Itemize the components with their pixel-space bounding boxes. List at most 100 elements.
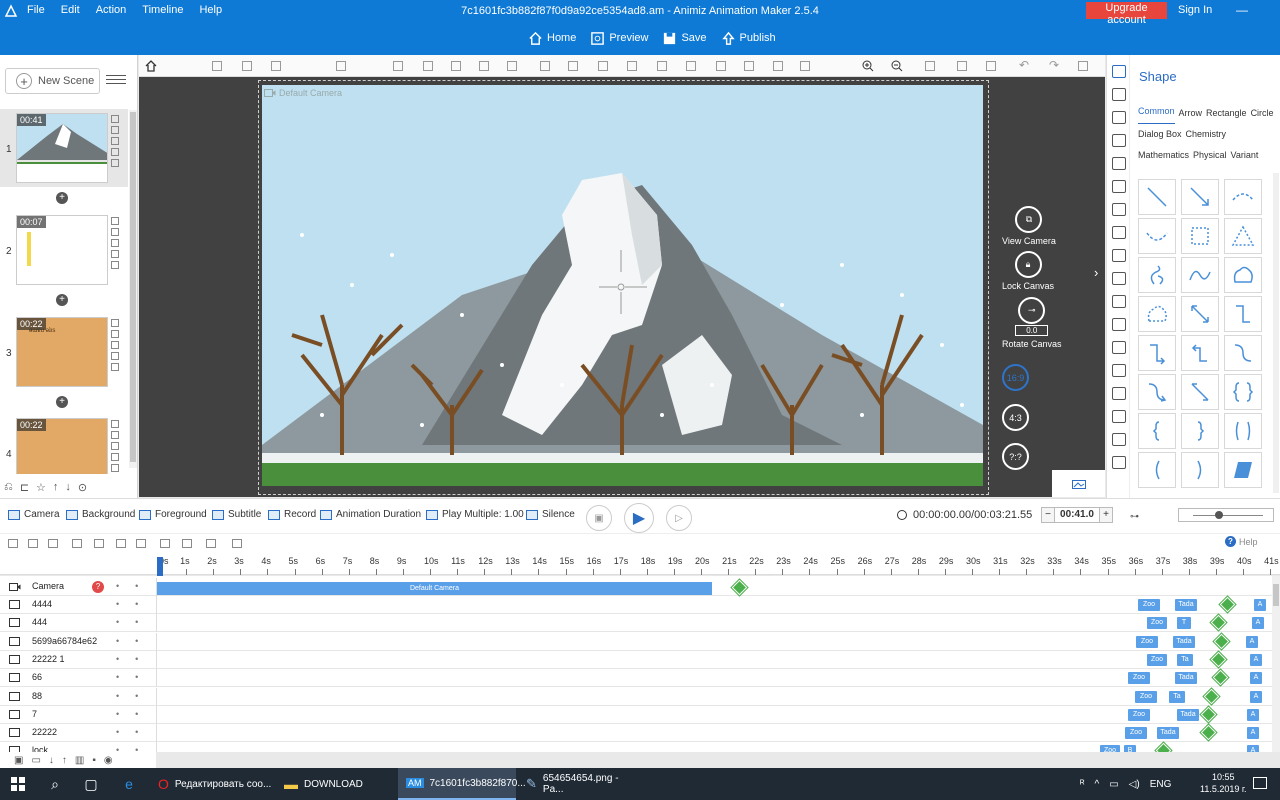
- add-keyframe-icon[interactable]: [1203, 688, 1220, 704]
- animation-duration-button[interactable]: Animation Duration: [320, 509, 421, 520]
- playhead[interactable]: [157, 557, 163, 577]
- bubble-category-icon[interactable]: [1112, 203, 1126, 216]
- shape-s-curve-arrow[interactable]: [1138, 374, 1176, 410]
- align-icon[interactable]: [48, 539, 58, 548]
- rotate-canvas-control[interactable]: ⊸ 0.0 Rotate Canvas: [1002, 297, 1062, 349]
- exit-effect[interactable]: A: [1252, 617, 1264, 630]
- preview-button[interactable]: Preview: [590, 28, 648, 48]
- tl-tool-icon[interactable]: [206, 539, 216, 548]
- copy-style-icon[interactable]: [957, 61, 967, 71]
- align-middle-icon[interactable]: [657, 61, 667, 71]
- shape-arrow-line[interactable]: [1181, 179, 1219, 215]
- scene-item[interactable]: 1 00:41 +: [0, 109, 128, 204]
- duration-minus-button[interactable]: −: [1041, 507, 1055, 523]
- entrance-effect[interactable]: Zoo: [1138, 599, 1160, 611]
- grid-category-icon[interactable]: [1112, 456, 1126, 469]
- shape-elbow-double-arrow[interactable]: [1181, 335, 1219, 371]
- zoom-out-icon[interactable]: [891, 60, 903, 72]
- scene-sort-icon[interactable]: [106, 72, 126, 90]
- lock-icon[interactable]: [423, 61, 433, 71]
- shape-brackets[interactable]: [1224, 413, 1262, 449]
- scene-actions[interactable]: [111, 217, 121, 272]
- taskbar-item-paint[interactable]: ✎ 654654654.png - Pa...: [518, 768, 638, 800]
- tl-tool-icon[interactable]: [72, 539, 82, 548]
- add-keyframe-icon[interactable]: [731, 579, 748, 596]
- duplicate-icon[interactable]: [271, 61, 281, 71]
- shape-s-curve[interactable]: [1224, 335, 1262, 371]
- entrance-effect[interactable]: Zoo: [1125, 727, 1147, 740]
- shape-double-arrow[interactable]: [1181, 296, 1219, 332]
- timeline-track[interactable]: 22222 •• Zoo Tada A: [0, 724, 1272, 743]
- rotate-value[interactable]: 0.0: [1015, 325, 1049, 336]
- add-keyframe-icon[interactable]: [1212, 669, 1229, 686]
- tab-chemistry[interactable]: Chemistry: [1186, 124, 1227, 145]
- move-down-icon[interactable]: ↓: [49, 755, 54, 766]
- emphasis-effect[interactable]: B: [1124, 745, 1136, 752]
- ratio-custom-button[interactable]: ?:?: [1002, 443, 1029, 470]
- scene-thumbnail[interactable]: 00:22: [16, 418, 108, 474]
- foreground-button[interactable]: Foreground: [139, 509, 207, 520]
- taskbar-item-folder[interactable]: ▬ DOWNLOAD: [276, 768, 396, 800]
- scene-actions[interactable]: [111, 420, 121, 474]
- menu-timeline[interactable]: Timeline: [142, 4, 183, 16]
- menu-file[interactable]: File: [27, 4, 45, 16]
- entrance-effect[interactable]: Zoo: [1128, 672, 1150, 685]
- timeline-track[interactable]: 66 •• Zoo Tada A: [0, 669, 1272, 688]
- align-left-icon[interactable]: [540, 61, 550, 71]
- add-keyframe-icon[interactable]: [1210, 651, 1227, 668]
- tab-dialog-box[interactable]: Dialog Box: [1138, 124, 1182, 145]
- track-toggles[interactable]: ••: [116, 727, 154, 737]
- add-scene-icon[interactable]: +: [56, 294, 68, 306]
- tools-category-icon[interactable]: [1112, 180, 1126, 193]
- entrance-effect[interactable]: Zoo: [1147, 653, 1167, 666]
- shape-dashed-arc[interactable]: [1224, 179, 1262, 215]
- shape-dashed-curve[interactable]: [1138, 218, 1176, 254]
- shape-right-brace[interactable]: [1181, 413, 1219, 449]
- tl-tool-icon[interactable]: [160, 539, 170, 548]
- filter-icon[interactable]: [28, 539, 38, 548]
- timeline-track[interactable]: lock •• Zoo B A: [0, 742, 1272, 752]
- timeline-zoom-icon[interactable]: ⊶: [1130, 511, 1139, 522]
- track-toggles[interactable]: ••: [116, 581, 154, 591]
- exit-effect[interactable]: A: [1246, 635, 1258, 648]
- move-up-icon[interactable]: ↑: [62, 755, 67, 766]
- tab-variant[interactable]: Variant: [1231, 145, 1259, 166]
- emphasis-effect[interactable]: Tada: [1157, 727, 1179, 740]
- home-button[interactable]: Home: [528, 28, 576, 48]
- add-keyframe-icon[interactable]: [1200, 706, 1217, 723]
- sigma-category-icon[interactable]: [1112, 387, 1126, 400]
- redo-icon[interactable]: ↷: [1049, 58, 1059, 72]
- timeline-track[interactable]: 5699a66784e62 •• Zoo Tada A: [0, 632, 1272, 651]
- scene-undo-icon[interactable]: ⎌: [4, 481, 13, 494]
- scene-thumbnail[interactable]: 00:07: [16, 215, 108, 285]
- view-camera-icon[interactable]: ⧉: [1015, 206, 1043, 233]
- shape-panel-scrollbar[interactable]: [1273, 173, 1279, 493]
- timeline-ruler[interactable]: 0s 1s 2s 3s 4s 5s 6s 7s 8s 9s 10s 11s 12s 13s 14s 15s 16…: [0, 553, 1280, 575]
- tab-mathematics[interactable]: Mathematics: [1138, 145, 1189, 166]
- lock-icon[interactable]: 🔒︎: [1014, 251, 1042, 278]
- tab-common[interactable]: Common: [1138, 103, 1175, 124]
- timeline-track[interactable]: 444 •• Zoo T A: [0, 614, 1272, 633]
- svg-category-icon[interactable]: [1112, 157, 1126, 170]
- clock[interactable]: 10:55 11.5.2019 г.: [1200, 771, 1247, 795]
- settings-icon[interactable]: [1078, 61, 1088, 71]
- more-icon[interactable]: ⊙: [78, 481, 87, 494]
- shape-right-bracket[interactable]: [1181, 452, 1219, 488]
- play-button[interactable]: ▶: [624, 503, 654, 533]
- shape-blob[interactable]: [1224, 257, 1262, 293]
- crop-icon[interactable]: [451, 61, 461, 71]
- upgrade-account-button[interactable]: Upgrade account: [1086, 2, 1167, 26]
- tab-arrow[interactable]: Arrow: [1179, 103, 1203, 124]
- ungroup-icon[interactable]: [393, 61, 403, 71]
- entrance-effect[interactable]: Zoo: [1135, 690, 1157, 703]
- distribute-v-icon[interactable]: [744, 61, 754, 71]
- track-toggles[interactable]: ••: [116, 599, 154, 609]
- add-keyframe-icon[interactable]: [1200, 724, 1217, 741]
- align-right-icon[interactable]: [598, 61, 608, 71]
- track-toggles[interactable]: ••: [116, 636, 154, 646]
- shape-dashed-rect[interactable]: [1181, 218, 1219, 254]
- scene-item[interactable]: 2 00:07 +: [0, 211, 128, 306]
- notification-icon[interactable]: [1253, 777, 1267, 789]
- exit-effect[interactable]: A: [1250, 690, 1262, 703]
- move-icon[interactable]: [8, 539, 18, 548]
